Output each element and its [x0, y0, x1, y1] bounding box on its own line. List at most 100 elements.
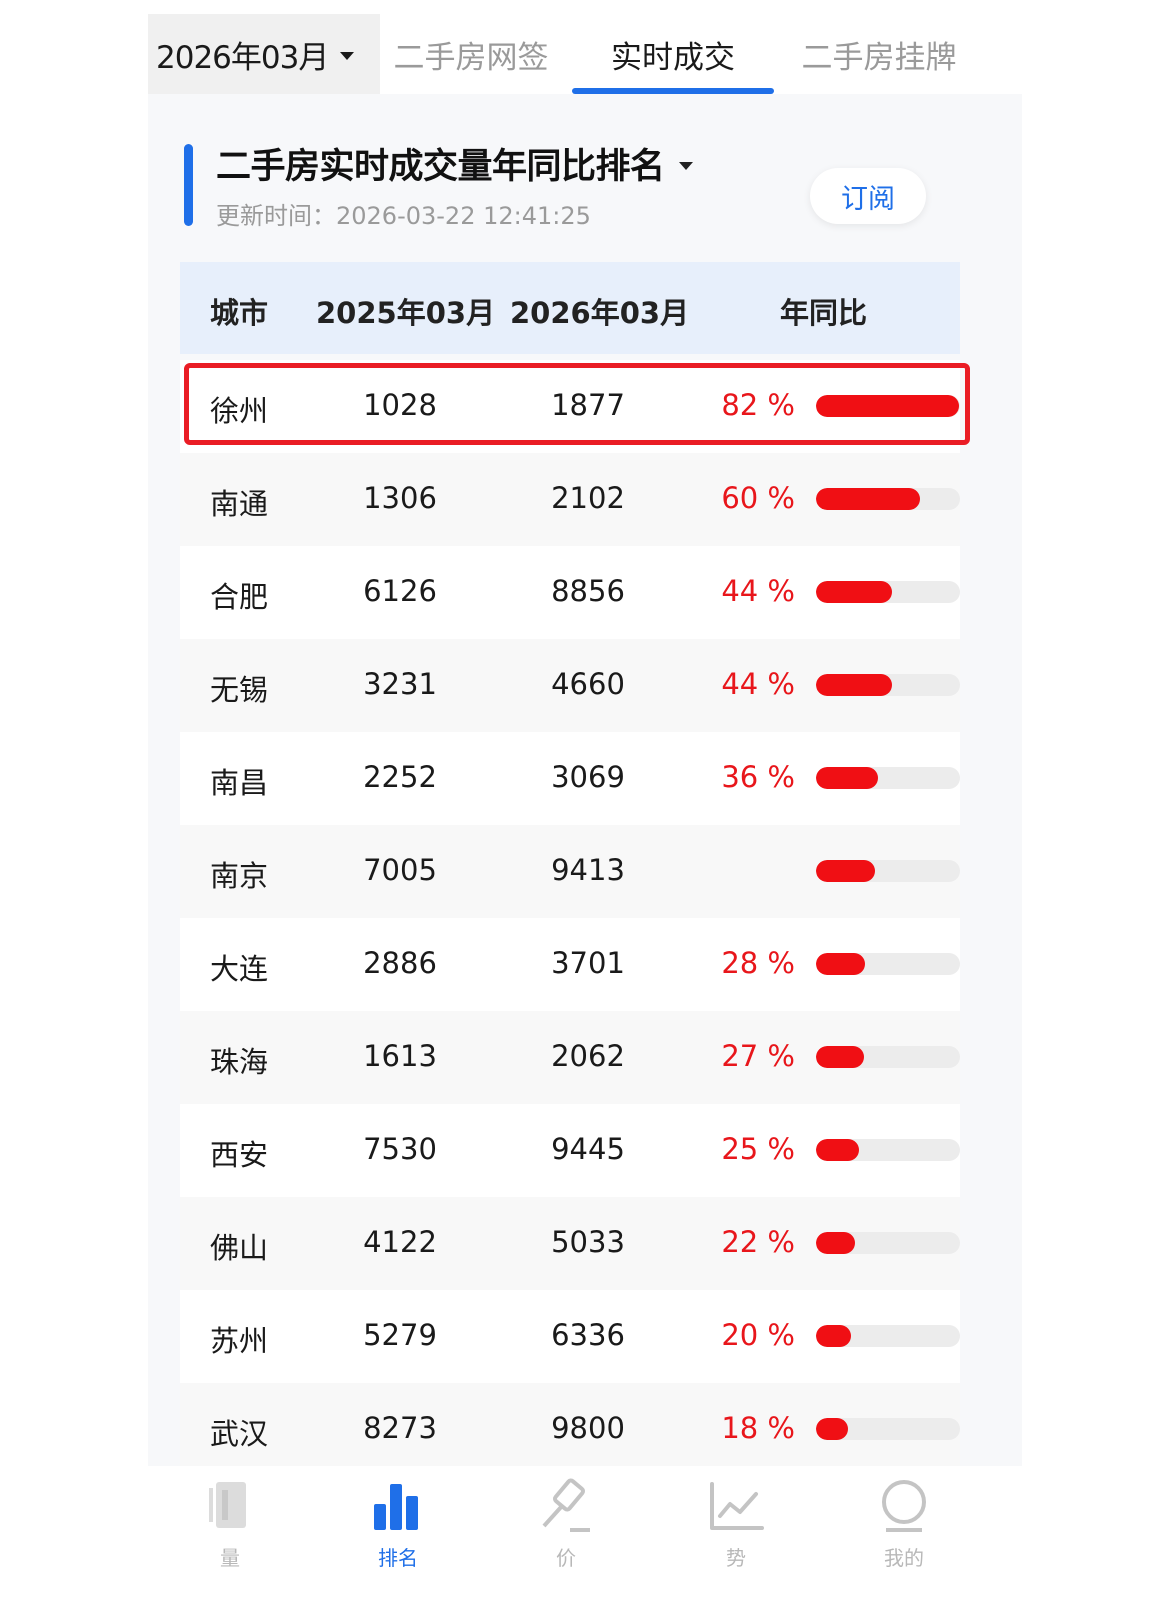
prev-month-value: 2252 [363, 760, 437, 794]
table-row[interactable]: 苏州 5279 6336 20 % [180, 1290, 960, 1383]
city-cell: 合肥 [210, 580, 269, 614]
nav-trend[interactable]: 势 [676, 1478, 796, 1598]
ranking-type-selector[interactable]: 二手房实时成交量年同比排名 [216, 138, 693, 189]
nav-profile[interactable]: 我的 [844, 1478, 964, 1598]
column-header-city: 城市 [210, 296, 269, 330]
table-row[interactable]: 大连 2886 3701 28 % [180, 918, 960, 1011]
city-cell: 珠海 [210, 1045, 269, 1079]
app-screen: 2026年03月 二手房网签 实时成交 二手房挂牌 二手房实时成交量年同比排名 … [148, 14, 1022, 1612]
table-row[interactable]: 徐州 1028 1877 82 % [180, 360, 960, 453]
bottom-navigation: 量 排名 价 势 我的 [148, 1466, 1022, 1612]
section-title: 二手房实时成交量年同比排名 [216, 147, 665, 187]
yoy-bar-track [816, 674, 960, 696]
yoy-percent: 27 % [721, 1039, 795, 1073]
tab-label: 实时成交 [611, 39, 735, 76]
yoy-percent: 28 % [721, 946, 795, 980]
caret-down-icon [678, 161, 693, 170]
yoy-percent: 60 % [721, 481, 795, 515]
table-row[interactable]: 无锡 3231 4660 44 % [180, 639, 960, 732]
nav-label: 势 [726, 1546, 746, 1570]
table-row[interactable]: 南京 7005 9413 [180, 825, 960, 918]
table-row[interactable]: 佛山 4122 5033 22 % [180, 1197, 960, 1290]
prev-month-value: 5279 [363, 1318, 437, 1352]
document-icon [209, 1482, 246, 1528]
table-row[interactable]: 武汉 8273 9800 18 % [180, 1383, 960, 1476]
yoy-percent: 82 % [721, 388, 795, 422]
curr-month-value: 3701 [551, 946, 625, 980]
yoy-bar-fill [816, 1139, 860, 1161]
yoy-bar-fill [816, 1325, 851, 1347]
table-row[interactable]: 西安 7530 9445 25 % [180, 1104, 960, 1197]
table-row[interactable]: 珠海 1613 2062 27 % [180, 1011, 960, 1104]
nav-label: 排名 [378, 1546, 418, 1570]
yoy-bar-track [816, 1046, 960, 1068]
yoy-bar-fill [816, 1232, 855, 1254]
yoy-bar-fill [816, 1418, 848, 1440]
caret-down-icon [340, 52, 355, 60]
yoy-bar-track [816, 1325, 960, 1347]
update-timestamp: 更新时间：2026-03-22 12:41:25 [216, 202, 591, 230]
prev-month-value: 1613 [363, 1039, 437, 1073]
city-cell: 武汉 [210, 1417, 269, 1451]
city-cell: 西安 [210, 1138, 269, 1172]
yoy-bar-fill [816, 488, 920, 510]
tab-label: 二手房网签 [393, 39, 549, 76]
prev-month-value: 6126 [363, 574, 437, 608]
yoy-percent: 36 % [721, 760, 795, 794]
curr-month-value: 9800 [551, 1411, 625, 1445]
top-tab-bar: 2026年03月 二手房网签 实时成交 二手房挂牌 [148, 14, 1022, 94]
tab-contract-signing[interactable]: 二手房网签 [380, 14, 562, 94]
yoy-bar-fill [816, 953, 865, 975]
subscribe-button[interactable]: 订阅 [810, 168, 926, 224]
city-cell: 无锡 [210, 673, 269, 707]
city-cell: 徐州 [210, 394, 269, 428]
yoy-percent: 20 % [721, 1318, 795, 1352]
yoy-bar-track [816, 581, 960, 603]
prev-month-value: 1306 [363, 481, 437, 515]
yoy-percent: 44 % [721, 574, 795, 608]
yoy-bar-track [816, 860, 960, 882]
prev-month-value: 7530 [363, 1132, 437, 1166]
yoy-bar-track [816, 1232, 960, 1254]
tab-listings[interactable]: 二手房挂牌 [788, 14, 970, 94]
city-cell: 南昌 [210, 766, 269, 800]
curr-month-value: 3069 [551, 760, 625, 794]
yoy-bar-fill [816, 860, 876, 882]
yoy-bar-fill [816, 581, 893, 603]
yoy-bar-track [816, 1139, 960, 1161]
table-row[interactable]: 南昌 2252 3069 36 % [180, 732, 960, 825]
month-selector[interactable]: 2026年03月 [148, 14, 380, 94]
column-header-prev-month: 2025年03月 [316, 296, 496, 330]
table-header: 城市 2025年03月 2026年03月 年同比 [180, 262, 960, 354]
yoy-bar-fill [816, 674, 893, 696]
yoy-bar-track [816, 953, 960, 975]
city-cell: 佛山 [210, 1231, 269, 1265]
table-row[interactable]: 合肥 6126 8856 44 % [180, 546, 960, 639]
curr-month-value: 9445 [551, 1132, 625, 1166]
yoy-bar-track [816, 395, 960, 417]
nav-volume[interactable]: 量 [170, 1478, 290, 1598]
yoy-bar-track [816, 488, 960, 510]
yoy-bar-track [816, 767, 960, 789]
curr-month-value: 2062 [551, 1039, 625, 1073]
yoy-bar-fill [816, 395, 959, 417]
prev-month-value: 7005 [363, 853, 437, 887]
tab-label: 二手房挂牌 [801, 39, 957, 76]
ranking-table-body: 徐州 1028 1877 82 % 南通 1306 2102 60 % 合肥 6126 8856 44… [180, 360, 960, 1476]
column-header-yoy: 年同比 [780, 296, 868, 330]
table-row[interactable]: 南通 1306 2102 60 % [180, 453, 960, 546]
nav-price[interactable]: 价 [506, 1478, 626, 1598]
column-header-curr-month: 2026年03月 [510, 296, 690, 330]
nav-label: 我的 [884, 1546, 924, 1570]
nav-ranking[interactable]: 排名 [338, 1478, 458, 1598]
section-accent-bar [184, 144, 193, 226]
prev-month-value: 2886 [363, 946, 437, 980]
city-cell: 大连 [210, 952, 269, 986]
tab-realtime-deals[interactable]: 实时成交 [572, 14, 774, 94]
yoy-percent: 22 % [721, 1225, 795, 1259]
active-tab-indicator [572, 88, 774, 94]
bar-chart-icon [374, 1484, 418, 1530]
city-cell: 南通 [210, 487, 269, 521]
nav-label: 价 [556, 1546, 576, 1570]
prev-month-value: 8273 [363, 1411, 437, 1445]
